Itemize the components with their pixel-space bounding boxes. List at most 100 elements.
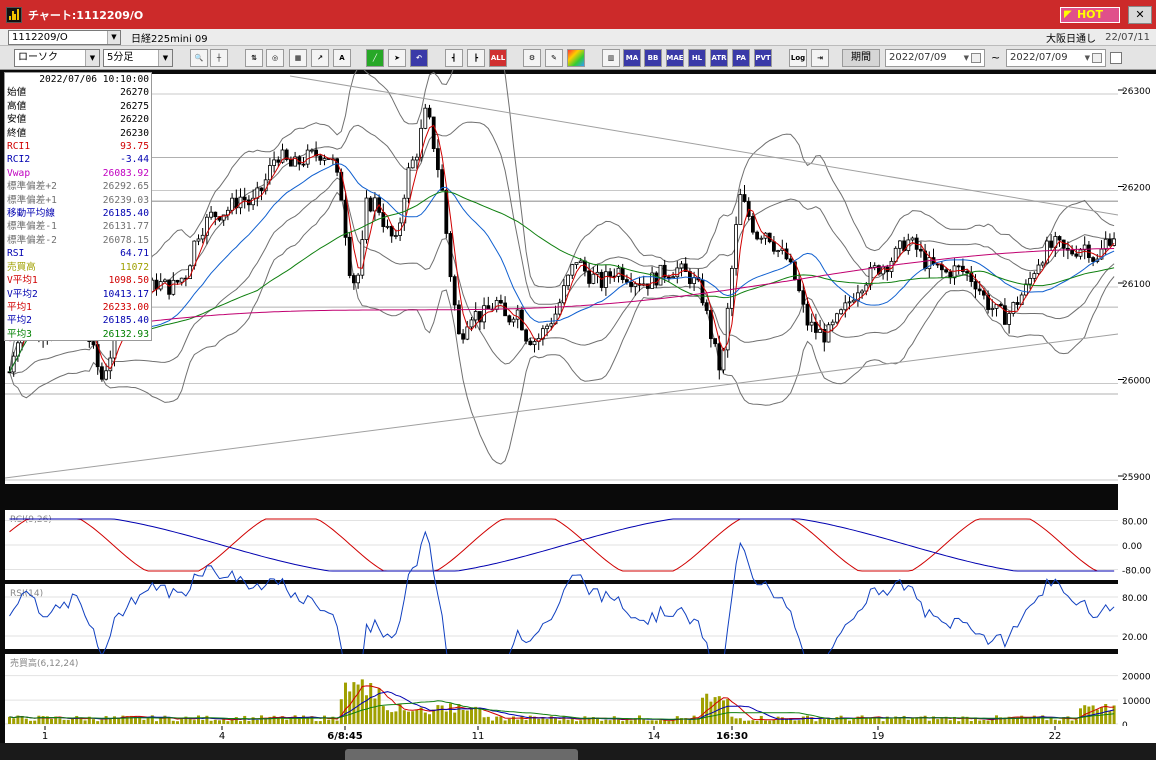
volume-bar bbox=[743, 720, 746, 724]
volume-bar bbox=[604, 719, 608, 724]
price-chart[interactable]: 2630026200261002600025900 RCI(9,26) 80.00… bbox=[0, 70, 1156, 743]
candle-body bbox=[998, 304, 1003, 307]
candle-body bbox=[406, 167, 411, 199]
volume-bar bbox=[344, 682, 347, 724]
candle-body bbox=[1108, 238, 1112, 246]
crosshair-icon[interactable]: ┼ bbox=[210, 49, 228, 67]
volume-bar bbox=[386, 710, 389, 724]
zoom-icon[interactable]: ◎ bbox=[266, 49, 284, 67]
calendar-icon[interactable] bbox=[971, 53, 981, 63]
candle-body bbox=[734, 224, 738, 269]
date-from-field[interactable]: 2022/07/09 ▼ bbox=[885, 49, 985, 67]
data-window-value: 26078.15 bbox=[102, 234, 149, 246]
horizontal-scrollbar[interactable] bbox=[0, 743, 1156, 760]
data-window-label: 始値 bbox=[7, 87, 27, 99]
all-button[interactable]: ALL bbox=[489, 49, 507, 67]
candle-body bbox=[713, 338, 717, 345]
hot-button[interactable]: HOT bbox=[1060, 7, 1120, 23]
pvt-button[interactable]: PVT bbox=[754, 49, 772, 67]
volume-bar bbox=[726, 699, 730, 724]
volume-bar bbox=[562, 715, 566, 724]
volume-bar bbox=[528, 715, 532, 724]
candle-body bbox=[410, 159, 415, 169]
data-window-value: 26275 bbox=[120, 100, 149, 112]
volume-bar bbox=[1070, 720, 1074, 724]
chart-type-select[interactable]: ローソク ▼ bbox=[14, 49, 100, 67]
period-button[interactable]: 期間 bbox=[842, 49, 880, 67]
data-window-row: 標準偏差+1 26239.03 bbox=[7, 194, 149, 207]
dropdown-arrow-icon[interactable]: ▼ bbox=[107, 30, 120, 44]
volume-bar bbox=[192, 720, 196, 724]
candle-body bbox=[368, 197, 373, 212]
palette-icon[interactable] bbox=[567, 49, 585, 67]
volume-bar bbox=[1095, 709, 1099, 724]
volume-bar bbox=[373, 698, 377, 724]
title-bar: チャート:1112209/O HOT ✕ bbox=[0, 0, 1156, 29]
hl-button[interactable]: HL bbox=[688, 49, 706, 67]
volume-bar bbox=[264, 719, 268, 724]
candle-body bbox=[910, 237, 915, 241]
candle-body bbox=[608, 271, 612, 277]
log-button[interactable]: Log bbox=[789, 49, 807, 67]
volume-bar bbox=[642, 719, 646, 724]
pointer-icon[interactable]: ➤ bbox=[388, 49, 406, 67]
export-icon[interactable]: ⇥ bbox=[811, 49, 829, 67]
text-icon[interactable]: A bbox=[333, 49, 351, 67]
price-tick-label: 25900 bbox=[1122, 473, 1151, 483]
multi-chart-icon[interactable]: ▥ bbox=[602, 49, 620, 67]
grid-icon[interactable]: ▦ bbox=[289, 49, 307, 67]
draw-icon[interactable]: ╱ bbox=[366, 49, 384, 67]
dropdown-arrow-icon[interactable]: ▼ bbox=[964, 50, 969, 66]
scrollbar-thumb[interactable] bbox=[345, 749, 578, 760]
trend-icon[interactable]: ⇅ bbox=[245, 49, 263, 67]
candle-body bbox=[549, 323, 554, 327]
interval-select[interactable]: 5分足 ▼ bbox=[103, 49, 173, 67]
tools-icon[interactable]: ✎ bbox=[545, 49, 563, 67]
candle-body bbox=[1007, 313, 1011, 325]
ma-button[interactable]: MA bbox=[623, 49, 641, 67]
candle-body bbox=[1003, 305, 1007, 325]
symbol-select[interactable]: 1112209/O ▼ bbox=[8, 29, 121, 45]
bb-button[interactable]: BB bbox=[644, 49, 662, 67]
candle-body bbox=[616, 267, 621, 277]
bar-chart-alt-icon[interactable]: ┣ bbox=[467, 49, 485, 67]
volume-bar bbox=[318, 721, 322, 724]
data-window-value: 26239.03 bbox=[102, 194, 149, 206]
volume-bar bbox=[558, 720, 562, 724]
dropdown-arrow-icon[interactable]: ▼ bbox=[85, 50, 99, 66]
panel-title: 売買高(6,12,24) bbox=[10, 657, 78, 669]
close-button[interactable]: ✕ bbox=[1128, 6, 1152, 24]
date-to-field[interactable]: 2022/07/09 ▼ bbox=[1006, 49, 1106, 67]
volume-bar bbox=[722, 700, 725, 724]
search-icon[interactable]: 🔍 bbox=[190, 49, 208, 67]
price-axis bbox=[1118, 74, 1156, 728]
volume-bar bbox=[1045, 720, 1049, 724]
candle-body bbox=[919, 248, 923, 252]
settings-icon[interactable]: ⚙ bbox=[523, 49, 541, 67]
instrument-name: 日経225mini 09 bbox=[131, 33, 208, 45]
candle-body bbox=[389, 225, 394, 237]
atr-button[interactable]: ATR bbox=[710, 49, 728, 67]
volume-bar bbox=[818, 718, 822, 724]
time-tick-label: 11 bbox=[472, 731, 485, 742]
mae-button[interactable]: MAE bbox=[666, 49, 684, 67]
dropdown-arrow-icon[interactable]: ▼ bbox=[158, 50, 172, 66]
candle-body bbox=[595, 271, 600, 275]
volume-bar bbox=[940, 717, 944, 724]
line-icon[interactable]: ↗ bbox=[311, 49, 329, 67]
candle-body bbox=[209, 211, 214, 218]
volume-bar bbox=[612, 716, 616, 724]
undo-icon[interactable]: ↶ bbox=[410, 49, 428, 67]
bar-chart-icon[interactable]: ┫ bbox=[445, 49, 463, 67]
volume-bar bbox=[444, 711, 448, 724]
dropdown-arrow-icon[interactable]: ▼ bbox=[1085, 50, 1090, 66]
date-to-value: 2022/07/09 bbox=[1010, 52, 1068, 63]
calendar-icon[interactable] bbox=[1092, 53, 1102, 63]
volume-bar bbox=[201, 719, 205, 724]
pa-button[interactable]: PA bbox=[732, 49, 750, 67]
data-window-value: -3.44 bbox=[120, 154, 149, 166]
data-window-value: 26083.92 bbox=[102, 167, 149, 179]
volume-bar bbox=[83, 720, 87, 724]
data-window-label: 売買高 bbox=[7, 261, 36, 273]
range-checkbox[interactable] bbox=[1110, 52, 1122, 64]
